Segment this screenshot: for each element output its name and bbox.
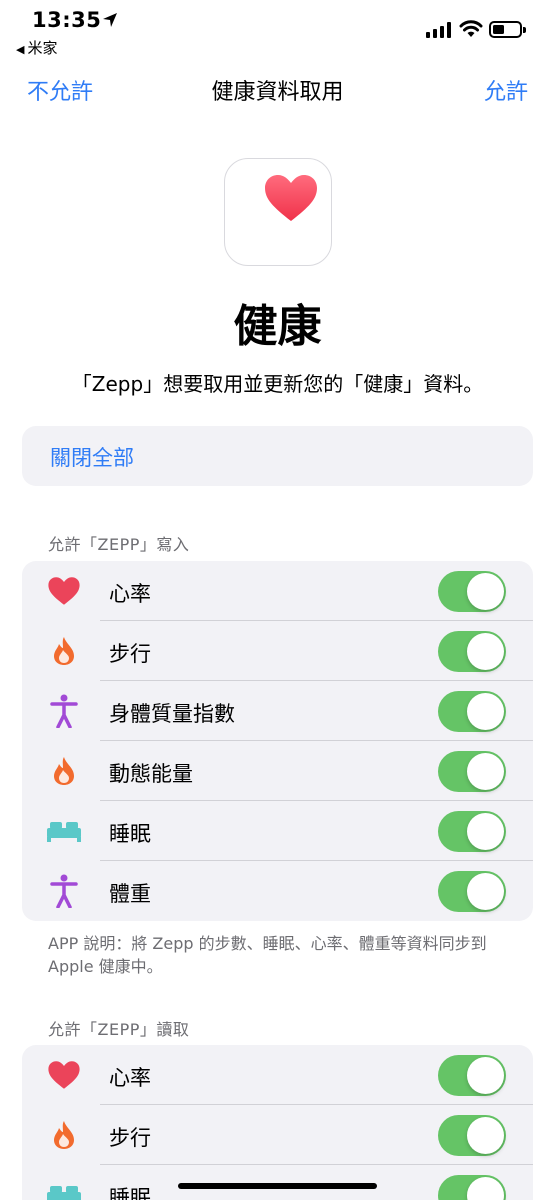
heart-rate-read-toggle[interactable] xyxy=(438,1055,506,1096)
turn-off-all-label: 關閉全部 xyxy=(50,446,134,470)
status-bar: 13:35 ◀ 米家 xyxy=(0,0,555,60)
flame-icon xyxy=(46,635,82,667)
bmi-write-toggle[interactable] xyxy=(438,691,506,732)
app-explanation-note: APP 說明：將 Zepp 的步數、睡眠、心率、體重等資料同步到 Apple 健… xyxy=(48,934,487,976)
row-label: 動態能量 xyxy=(109,762,193,786)
battery-icon xyxy=(489,21,526,38)
row-label: 心率 xyxy=(109,582,151,606)
app-name: 健康 xyxy=(233,301,322,352)
read-permissions-list: 心率 步行 睡眠 xyxy=(22,1045,533,1200)
back-app-label: 米家 xyxy=(27,39,58,57)
write-section-header: 允許「ZEPP」寫入 xyxy=(48,535,190,554)
status-time: 13:35 xyxy=(32,8,102,32)
back-triangle-icon: ◀ xyxy=(16,43,25,56)
health-access-screen: 13:35 ◀ 米家 健康資料取用 不允許 允許 健康 「Zepp」想要取用並更… xyxy=(0,0,555,1200)
location-arrow-icon xyxy=(103,13,117,27)
read-row-walking[interactable]: 步行 xyxy=(22,1105,533,1165)
cellular-signal-icon xyxy=(426,22,451,38)
write-row-active-energy[interactable]: 動態能量 xyxy=(22,741,533,801)
turn-off-all-button[interactable]: 關閉全部 xyxy=(22,426,533,486)
heart-icon xyxy=(265,175,317,221)
home-indicator[interactable] xyxy=(178,1183,377,1189)
flame-icon xyxy=(46,755,82,787)
back-to-app-link[interactable]: ◀ 米家 xyxy=(16,37,57,58)
heart-rate-write-toggle[interactable] xyxy=(438,571,506,612)
write-row-sleep[interactable]: 睡眠 xyxy=(22,801,533,861)
row-label: 步行 xyxy=(109,1126,151,1150)
allow-button[interactable]: 允許 xyxy=(484,74,528,106)
row-label: 身體質量指數 xyxy=(109,702,235,726)
row-label: 睡眠 xyxy=(109,822,151,846)
read-row-heart-rate[interactable]: 心率 xyxy=(22,1045,533,1105)
walking-read-toggle[interactable] xyxy=(438,1115,506,1156)
wifi-icon xyxy=(459,20,483,37)
write-row-heart-rate[interactable]: 心率 xyxy=(22,561,533,621)
bed-icon xyxy=(46,815,82,847)
heart-icon xyxy=(46,1059,82,1091)
sleep-write-toggle[interactable] xyxy=(438,811,506,852)
write-permissions-list: 心率 步行 身體質量指數 動態能量 睡眠 體重 xyxy=(22,561,533,921)
bed-icon xyxy=(46,1179,82,1200)
write-row-weight[interactable]: 體重 xyxy=(22,861,533,921)
row-label: 睡眠 xyxy=(109,1186,151,1200)
read-section-header: 允許「ZEPP」讀取 xyxy=(48,1020,190,1039)
write-row-bmi[interactable]: 身體質量指數 xyxy=(22,681,533,741)
walking-write-toggle[interactable] xyxy=(438,631,506,672)
sleep-read-toggle[interactable] xyxy=(438,1175,506,1200)
row-label: 步行 xyxy=(109,642,151,666)
active-energy-write-toggle[interactable] xyxy=(438,751,506,792)
body-figure-icon xyxy=(46,694,82,728)
body-figure-icon xyxy=(46,874,82,908)
row-label: 體重 xyxy=(109,882,151,906)
flame-icon xyxy=(46,1119,82,1151)
navigation-bar: 健康資料取用 不允許 允許 xyxy=(0,70,555,110)
dont-allow-button[interactable]: 不允許 xyxy=(27,74,93,106)
write-row-walking[interactable]: 步行 xyxy=(22,621,533,681)
heart-icon xyxy=(46,575,82,607)
weight-write-toggle[interactable] xyxy=(438,871,506,912)
health-app-icon xyxy=(224,158,332,266)
permission-description: 「Zepp」想要取用並更新您的「健康」資料。 xyxy=(71,372,484,396)
row-label: 心率 xyxy=(109,1066,151,1090)
